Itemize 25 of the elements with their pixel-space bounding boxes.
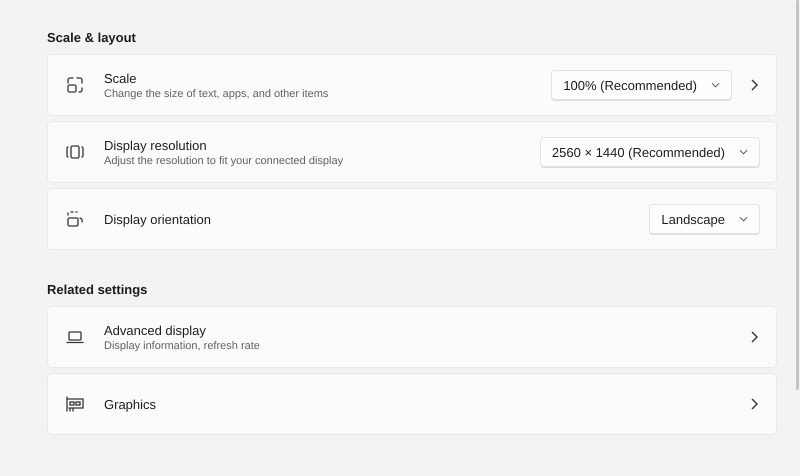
settings-card[interactable]: Display resolution Adjust the resolution to fit your connected display 2560 × 1440 (Recommended) (47, 121, 777, 183)
setting-title: Scale (104, 70, 138, 86)
graphics-card-icon (65, 394, 85, 414)
section-heading: Related settings (47, 282, 148, 297)
caret-icon (711, 82, 720, 88)
setting-description: Change the size of text, apps, and other items (104, 88, 330, 100)
dropdown[interactable]: 2560 × 1440 (Recommended) (540, 137, 760, 167)
scale-icon (65, 75, 85, 95)
dropdown[interactable]: 100% (Recommended) (551, 70, 732, 100)
rotate-screen-icon (65, 209, 85, 229)
setting-title: Display resolution (104, 138, 208, 152)
settings-card[interactable]: Scale Change the size of text, apps, and other items 100% (Recommended) (47, 54, 777, 116)
settings-card[interactable]: Display orientation Landscape (47, 188, 777, 250)
setting-description: Display information, refresh rate (104, 340, 261, 352)
scrollbar[interactable] (796, 0, 799, 390)
setting-title: Advanced display (104, 322, 207, 338)
caret-icon (739, 149, 748, 155)
setting-title: Display orientation (104, 212, 212, 226)
settings-card[interactable]: Graphics (47, 373, 777, 435)
settings-card[interactable]: Advanced display Display information, refresh rate (47, 306, 777, 368)
section-heading: Scale & layout (47, 30, 137, 45)
caret-icon (739, 216, 748, 222)
dropdown[interactable]: Landscape (649, 204, 760, 234)
setting-title: Graphics (104, 396, 158, 412)
setting-description: Adjust the resolution to fit your connected display (104, 154, 344, 166)
